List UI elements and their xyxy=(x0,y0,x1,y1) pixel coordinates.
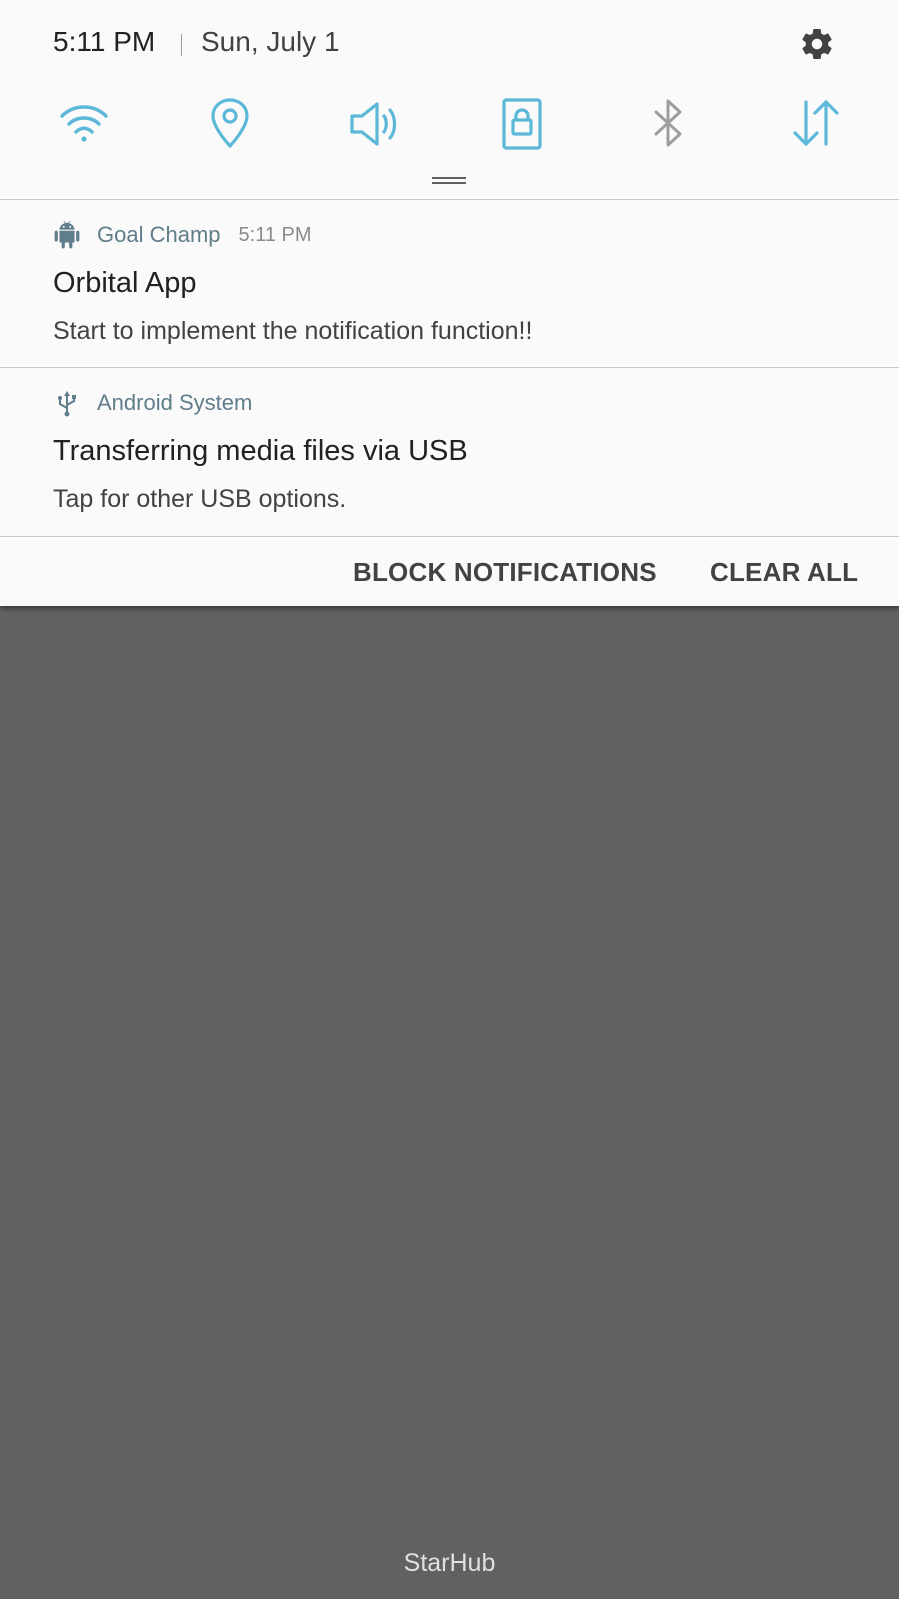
quick-settings-header: 5:11 PM Sun, July 1 xyxy=(0,0,899,200)
location-pin-icon[interactable] xyxy=(202,96,258,152)
data-arrows-icon[interactable] xyxy=(788,96,844,152)
speaker-icon[interactable] xyxy=(348,96,404,152)
clear-all-button[interactable]: CLEAR ALL xyxy=(710,557,858,588)
notification-header: Goal Champ 5:11 PM xyxy=(53,220,312,250)
date-label: Sun, July 1 xyxy=(201,26,340,57)
carrier-label: StarHub xyxy=(403,1549,496,1577)
notification-text: Start to implement the notification func… xyxy=(53,317,533,345)
notification-time: 5:11 PM xyxy=(238,223,312,246)
app-name: Android System xyxy=(97,390,253,415)
quick-settings-row xyxy=(0,96,899,152)
notification-shade: 5:11 PM Sun, July 1 Goal Champ 5:11 PM O… xyxy=(0,0,899,606)
wifi-icon[interactable] xyxy=(56,96,112,152)
usb-icon xyxy=(53,389,81,417)
clock-time: 5:11 PM xyxy=(53,26,156,57)
lock-screen-icon[interactable] xyxy=(494,96,550,152)
notification-title: Transferring media files via USB xyxy=(53,435,468,467)
notification-android-system[interactable]: Android System Transferring media files … xyxy=(0,368,899,536)
notification-header: Android System xyxy=(53,388,252,418)
gear-icon[interactable] xyxy=(799,26,835,62)
notification-goal-champ[interactable]: Goal Champ 5:11 PM Orbital App Start to … xyxy=(0,200,899,367)
notification-actions: BLOCK NOTIFICATIONS CLEAR ALL xyxy=(0,537,899,606)
bluetooth-icon[interactable] xyxy=(640,96,696,152)
app-name: Goal Champ xyxy=(97,222,221,247)
drag-handle[interactable] xyxy=(432,177,466,185)
time-date-separator xyxy=(181,34,182,56)
block-notifications-button[interactable]: BLOCK NOTIFICATIONS xyxy=(353,557,657,588)
notification-title: Orbital App xyxy=(53,267,197,299)
notification-text: Tap for other USB options. xyxy=(53,485,347,513)
android-icon xyxy=(53,221,81,249)
